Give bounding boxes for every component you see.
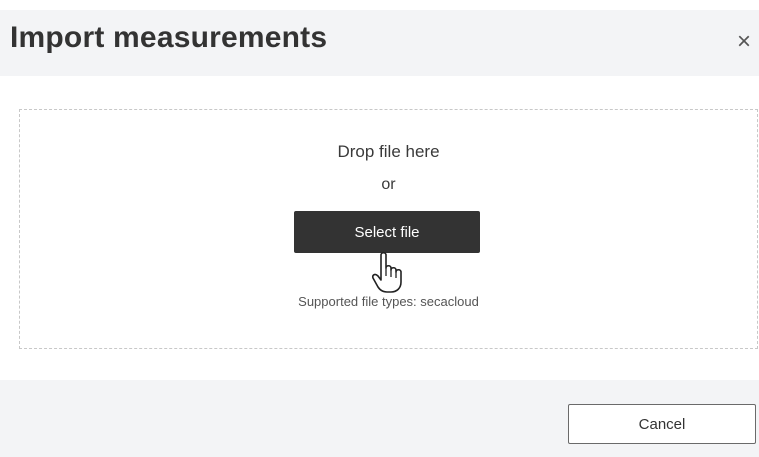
close-icon[interactable]: × xyxy=(733,30,755,54)
import-measurements-dialog: Import measurements × Drop file here or … xyxy=(0,0,759,457)
or-label: or xyxy=(381,176,396,193)
select-file-button[interactable]: Select file xyxy=(294,211,480,253)
cancel-button[interactable]: Cancel xyxy=(568,404,756,444)
dialog-header: Import measurements × xyxy=(0,10,759,76)
file-dropzone[interactable]: Drop file here or Select file Supported … xyxy=(19,109,758,349)
dialog-title: Import measurements xyxy=(10,21,328,54)
supported-file-types: Supported file types: secacloud xyxy=(298,294,479,309)
dialog-top-edge xyxy=(0,0,759,10)
drop-file-label: Drop file here xyxy=(337,142,440,161)
dialog-footer: Cancel xyxy=(0,380,759,457)
hand-pointer-icon xyxy=(372,251,402,293)
dialog-body: Drop file here or Select file Supported … xyxy=(0,76,759,380)
